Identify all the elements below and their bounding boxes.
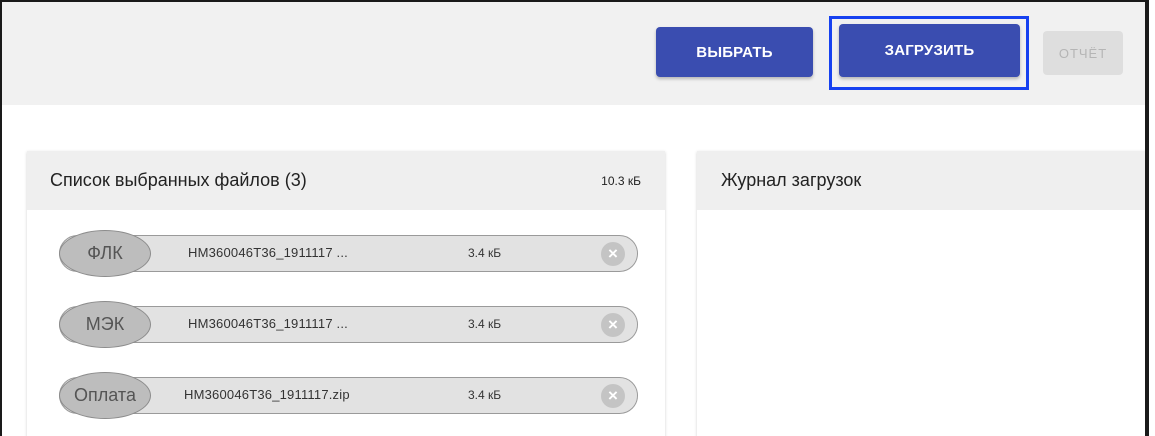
report-button[interactable]: ОТЧЁТ	[1043, 31, 1123, 75]
selected-files-header: Список выбранных файлов (3) 10.3 кБ	[27, 151, 665, 210]
upload-log-title: Журнал загрузок	[721, 170, 862, 190]
toolbar: ВЫБРАТЬ ЗАГРУЗИТЬ ОТЧЁТ	[2, 2, 1145, 105]
file-row: ФЛК HM360046T36_1911117 ... 3.4 кБ ×	[59, 230, 638, 277]
file-type-chip: МЭК	[59, 301, 151, 348]
file-name: HM360046T36_1911117 ...	[188, 316, 348, 331]
file-size: 3.4 кБ	[468, 246, 502, 260]
file-name: HM360046T36_1911117.zip	[184, 387, 350, 402]
select-button[interactable]: ВЫБРАТЬ	[656, 27, 813, 77]
file-type-chip: Оплата	[59, 372, 151, 419]
file-row: МЭК HM360046T36_1911117 ... 3.4 кБ ×	[59, 301, 638, 348]
file-size: 3.4 кБ	[468, 388, 502, 402]
file-size: 3.4 кБ	[468, 317, 502, 331]
file-name: HM360046T36_1911117 ...	[188, 245, 348, 260]
upload-button[interactable]: ЗАГРУЗИТЬ	[839, 24, 1020, 77]
close-circle-icon[interactable]: ×	[601, 242, 625, 266]
close-circle-icon[interactable]: ×	[601, 313, 625, 337]
file-row: Оплата HM360046T36_1911117.zip 3.4 кБ ×	[59, 372, 638, 419]
upload-log-header: Журнал загрузок	[697, 151, 1145, 210]
selected-files-panel: Список выбранных файлов (3) 10.3 кБ ФЛК …	[27, 151, 665, 436]
selected-files-title: Список выбранных файлов (3)	[50, 170, 307, 190]
total-size: 10.3 кБ	[601, 173, 641, 188]
file-type-chip: ФЛК	[59, 230, 151, 277]
close-circle-icon[interactable]: ×	[601, 384, 625, 408]
app-window: ВЫБРАТЬ ЗАГРУЗИТЬ ОТЧЁТ Список выбранных…	[0, 0, 1149, 436]
upload-log-panel: Журнал загрузок	[697, 151, 1145, 436]
